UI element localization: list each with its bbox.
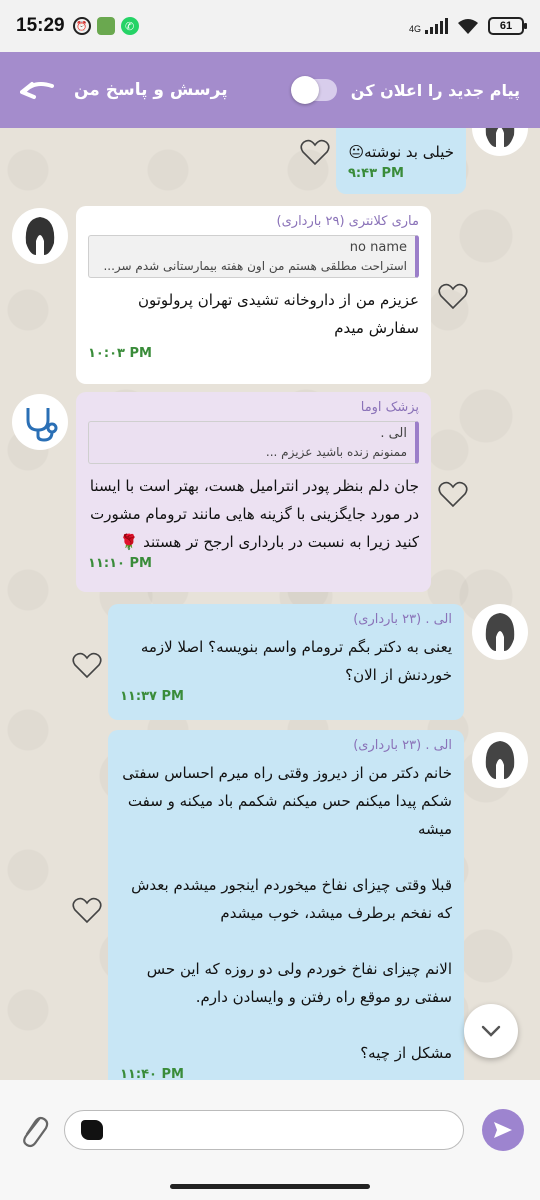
send-icon [494,1122,512,1138]
message-text: خانم دکتر من از دیروز وقتی راه میرم احسا… [122,764,452,1062]
message-input[interactable] [64,1110,464,1150]
signal-icon: 4G [409,18,448,34]
notify-toggle[interactable] [290,76,337,104]
message-input-bar [0,1080,540,1180]
message-text: جان دلم بنظر پودر انترامیل هست، بهتر است… [89,477,419,551]
quote-text: ممنونم زنده باشید عزیزم ... [265,445,407,459]
back-arrow-icon[interactable] [20,75,60,105]
heart-icon[interactable] [438,282,468,310]
message-time: ۱۱:۱۰ PM [88,556,152,571]
message-time: ۱۱:۳۷ PM [120,689,184,704]
status-time: 15:29 [16,15,65,36]
sender-avatar[interactable] [12,208,68,264]
whatsapp-icon: ✆ [120,17,139,35]
message-time: ۹:۴۳ PM [348,166,404,181]
message-bubble[interactable]: الی . (۲۳ بارداری) یعنی به دکتر بگم تروم… [108,604,464,720]
chevron-down-icon [481,1025,501,1037]
message-text: یعنی به دکتر بگم ترومام واسم بنویسه؟ اصل… [140,638,452,684]
app-notification-icon [96,17,115,35]
message-text: خیلی بد نوشته😐 [348,143,454,161]
message-bubble[interactable]: پزشک اوما الی . ممنونم زنده باشید عزیزم … [76,392,431,592]
user-avatar[interactable] [472,732,528,788]
status-bar: 15:29 ⏰ ✆ 4G 61 [0,0,540,52]
sender-name: الی . (۲۳ بارداری) [353,612,452,627]
home-indicator[interactable] [170,1184,370,1189]
heart-icon[interactable] [72,651,102,679]
user-avatar[interactable] [472,128,528,156]
doctor-avatar[interactable] [12,394,68,450]
chat-area[interactable]: خیلی بد نوشته😐 ۹:۴۳ PM ماری کلانتری (۲۹ … [0,128,540,1080]
quote-text: استراحت مطلقی هستم من اون هفته بیمارستان… [103,259,407,273]
message-bubble[interactable]: خیلی بد نوشته😐 ۹:۴۳ PM [336,128,466,194]
heart-icon[interactable] [300,138,330,166]
sender-name: الی . (۲۳ بارداری) [353,738,452,753]
heart-icon[interactable] [438,480,468,508]
heart-icon[interactable] [72,896,102,924]
message-bubble[interactable]: ماری کلانتری (۲۹ بارداری) no name استراح… [76,206,431,384]
quote-name: الی . [380,426,407,441]
wifi-icon [458,19,478,34]
message-bubble[interactable]: الی . (۲۳ بارداری) خانم دکتر من از دیروز… [108,730,464,1080]
reply-quote[interactable]: no name استراحت مطلقی هستم من اون هفته ب… [88,235,419,278]
alarm-icon: ⏰ [72,17,91,35]
message-time: ۱۰:۰۳ PM [88,346,152,361]
emoji-icon[interactable] [81,1120,103,1140]
message-text: عزیزم من از داروخانه تشیدی تهران پرولوتو… [137,291,419,337]
chat-header: پرسش و پاسخ من پیام جدید را اعلان کن [0,52,540,128]
send-button[interactable] [482,1109,524,1151]
paperclip-icon[interactable] [16,1110,52,1150]
quote-name: no name [349,240,407,255]
reply-quote[interactable]: الی . ممنونم زنده باشید عزیزم ... [88,421,419,464]
user-avatar[interactable] [472,604,528,660]
system-nav-bar [0,1180,540,1200]
battery-icon: 61 [488,17,527,35]
notify-label: پیام جدید را اعلان کن [350,80,520,100]
scroll-down-button[interactable] [464,1004,518,1058]
sender-name: ماری کلانتری (۲۹ بارداری) [276,214,419,229]
page-title: پرسش و پاسخ من [74,80,228,100]
message-time: ۱۱:۴۰ PM [120,1067,184,1080]
sender-name: پزشک اوما [360,400,419,415]
